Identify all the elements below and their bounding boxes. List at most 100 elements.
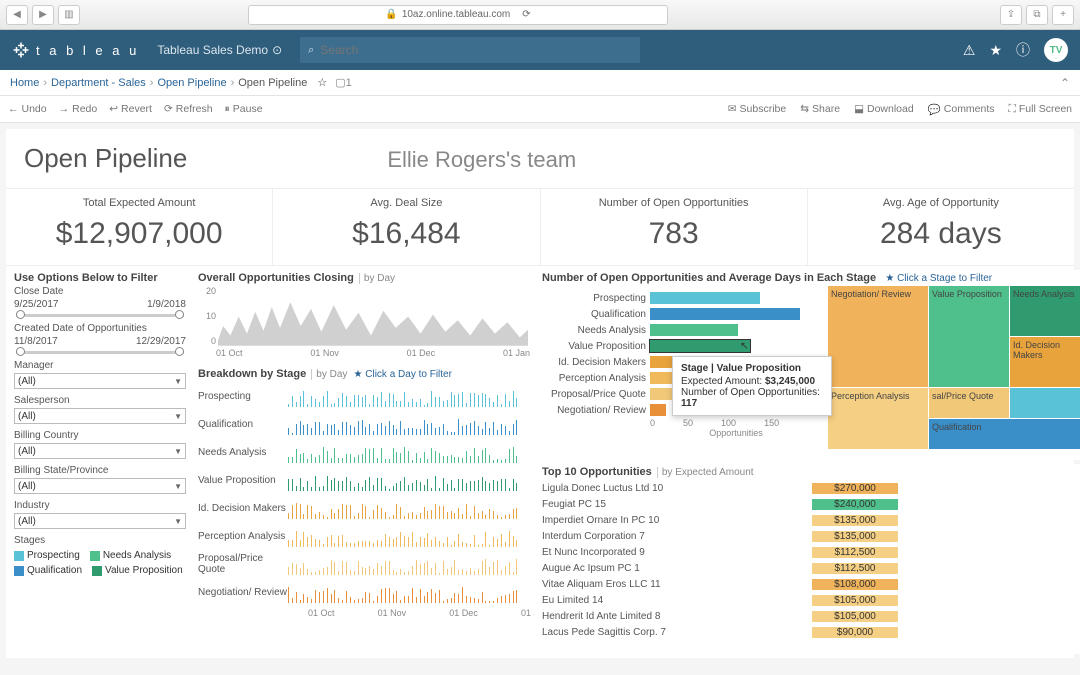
search-icon: ⌕ (308, 44, 314, 57)
cursor-icon: ↖ (740, 340, 749, 352)
close-date-filter[interactable]: Close Date 9/25/20171/9/2018 (14, 286, 186, 317)
stage-sparkline[interactable]: Needs Analysis (198, 438, 530, 466)
filter-dropdown[interactable]: (All)▼ (14, 443, 186, 459)
nav-forward-button[interactable]: ▶ (32, 5, 54, 25)
top10-row[interactable]: Lacus Pede Sagittis Corp. 7$90,000 (542, 624, 1080, 640)
alert-icon[interactable]: ⚠ (963, 42, 976, 59)
star-outline-icon[interactable]: ☆ (317, 76, 327, 89)
breakdown-by-stage-chart[interactable]: Breakdown by Stage by Day ★ Click a Day … (194, 366, 534, 654)
tableau-icon (12, 41, 30, 59)
top10-row[interactable]: Interdum Corporation 7$135,000 (542, 528, 1080, 544)
favorite-icon[interactable]: ★ (989, 42, 1002, 59)
kpi-row: Total Expected Amount$12,907,000Avg. Dea… (6, 188, 1074, 266)
filter-dropdown[interactable]: (All)▼ (14, 478, 186, 494)
stage-bar[interactable]: Needs Analysis (542, 322, 822, 338)
stage-sparkline[interactable]: Negotiation/ Review (198, 578, 530, 606)
created-date-filter[interactable]: Created Date of Opportunities 11/8/20171… (14, 323, 186, 354)
address-bar[interactable]: 🔒 10az.online.tableau.com ⟳ (248, 5, 668, 25)
tableau-logo[interactable]: t a b l e a u (12, 41, 139, 59)
stage-sparkline[interactable]: Proposal/Price Quote (198, 550, 530, 578)
top10-row[interactable]: Vitae Aliquam Eros LLC 11$108,000 (542, 576, 1080, 592)
tabs-button[interactable]: ⧉ (1026, 5, 1048, 25)
treemap-cell[interactable]: sal/Price Quote (929, 388, 1009, 418)
filter-dropdown[interactable]: (All)▼ (14, 513, 186, 529)
action-toolbar: ← Undo → Redo ↩ Revert ⟳ Refresh ⏸ Pause… (0, 96, 1080, 123)
search-box[interactable]: ⌕ (300, 37, 640, 63)
logo-text: t a b l e a u (36, 43, 139, 58)
stage-treemap[interactable]: Negotiation/ ReviewValue PropositionNeed… (828, 286, 1080, 446)
filter-dropdown[interactable]: (All)▼ (14, 373, 186, 389)
stage-sparkline[interactable]: Perception Analysis (198, 522, 530, 550)
fullscreen-button[interactable]: ⛶ Full Screen (1009, 103, 1072, 116)
new-tab-button[interactable]: + (1052, 5, 1074, 25)
breadcrumb: Home› Department - Sales› Open Pipeline›… (0, 70, 1080, 96)
download-button[interactable]: ⬓ Download (854, 103, 914, 116)
treemap-cell[interactable]: Id. Decision Makers (1010, 337, 1080, 387)
refresh-button[interactable]: ⟳ Refresh (164, 103, 213, 115)
undo-button[interactable]: ← Undo (8, 103, 47, 115)
stage-sparkline[interactable]: Qualification (198, 410, 530, 438)
treemap-cell[interactable]: Perception Analysis (828, 388, 928, 449)
share-action-button[interactable]: ⇆ Share (800, 103, 840, 116)
top10-row[interactable]: Hendrerit Id Ante Limited 8$105,000 (542, 608, 1080, 624)
stage-bar[interactable]: Prospecting (542, 290, 822, 306)
stage-bar[interactable]: Value Proposition↖ (542, 338, 822, 354)
comments-button[interactable]: 💬 Comments (928, 103, 995, 116)
top10-row[interactable]: Ligula Donec Luctus Ltd 10$270,000 (542, 480, 1080, 496)
top10-row[interactable]: Eu Limited 14$105,000 (542, 592, 1080, 608)
stage-sparkline[interactable]: Id. Decision Makers (198, 494, 530, 522)
legend-item[interactable]: Qualification (14, 565, 82, 576)
redo-button[interactable]: → Redo (59, 103, 98, 115)
nav-back-button[interactable]: ◀ (6, 5, 28, 25)
treemap-cell[interactable] (1010, 388, 1080, 418)
share-button[interactable]: ⇪ (1000, 5, 1022, 25)
collapse-icon[interactable]: ⌃ (1060, 76, 1070, 90)
top10-row[interactable]: Feugiat PC 15$240,000 (542, 496, 1080, 512)
kpi-card: Avg. Age of Opportunity284 days (808, 189, 1074, 265)
chevron-down-icon: ▼ (174, 482, 182, 491)
stage-sparkline[interactable]: Prospecting (198, 382, 530, 410)
pause-button[interactable]: ⏸ Pause (225, 103, 263, 116)
views-icon[interactable]: ▢1 (335, 76, 352, 89)
opps-bar-chart[interactable]: Stage | Value Proposition Expected Amoun… (542, 286, 822, 446)
legend-item[interactable]: Value Proposition (92, 565, 183, 576)
kpi-card: Number of Open Opportunities783 (541, 189, 808, 265)
browser-toolbar: ◀ ▶ ▥ 🔒 10az.online.tableau.com ⟳ ⇪ ⧉ + (0, 0, 1080, 30)
stage-bar[interactable]: Qualification (542, 306, 822, 322)
top10-row[interactable]: Imperdiet Ornare In PC 10$135,000 (542, 512, 1080, 528)
crumb-home[interactable]: Home (10, 77, 39, 89)
page-subtitle: Ellie Rogers's team (387, 147, 576, 173)
treemap-cell[interactable]: Needs Analysis (1010, 286, 1080, 336)
legend-item[interactable]: Prospecting (14, 550, 80, 561)
kpi-card: Total Expected Amount$12,907,000 (6, 189, 273, 265)
crumb-current: Open Pipeline (238, 77, 307, 89)
treemap-cell[interactable]: Qualification (929, 419, 1080, 449)
search-input[interactable] (320, 43, 632, 57)
page-title: Open Pipeline (24, 143, 187, 174)
close-date-slider[interactable] (16, 314, 184, 317)
info-icon[interactable]: ⓘ (1016, 40, 1030, 60)
crumb-pipeline[interactable]: Open Pipeline (157, 77, 226, 89)
stages-legend-title: Stages (14, 535, 186, 546)
sidebar-toggle-button[interactable]: ▥ (58, 5, 80, 25)
avatar[interactable]: TV (1044, 38, 1068, 62)
legend-item[interactable]: Needs Analysis (90, 550, 171, 561)
filter-dropdown[interactable]: (All)▼ (14, 408, 186, 424)
treemap-cell[interactable]: Negotiation/ Review (828, 286, 928, 387)
click-stage-hint[interactable]: ★ Click a Stage to Filter (885, 273, 992, 284)
overall-closing-chart[interactable]: Overall Opportunities Closing by Day 201… (194, 270, 534, 362)
stage-sparkline[interactable]: Value Proposition (198, 466, 530, 494)
created-date-slider[interactable] (16, 351, 184, 354)
url-host: 10az.online.tableau.com (402, 9, 510, 20)
crumb-dept[interactable]: Department - Sales (51, 77, 146, 89)
stage-tooltip: Stage | Value Proposition Expected Amoun… (672, 356, 832, 416)
reload-icon[interactable]: ⟳ (522, 9, 530, 20)
lock-icon: 🔒 (385, 9, 397, 20)
chevron-down-icon: ▼ (174, 377, 182, 386)
subscribe-button[interactable]: ✉ Subscribe (728, 103, 787, 116)
top10-row[interactable]: Et Nunc Incorporated 9$112,500 (542, 544, 1080, 560)
treemap-cell[interactable]: Value Proposition (929, 286, 1009, 387)
top10-row[interactable]: Augue Ac Ipsum PC 1$112,500 (542, 560, 1080, 576)
project-selector[interactable]: Tableau Sales Demo ⊙ (157, 43, 282, 57)
revert-button[interactable]: ↩ Revert (109, 103, 152, 115)
